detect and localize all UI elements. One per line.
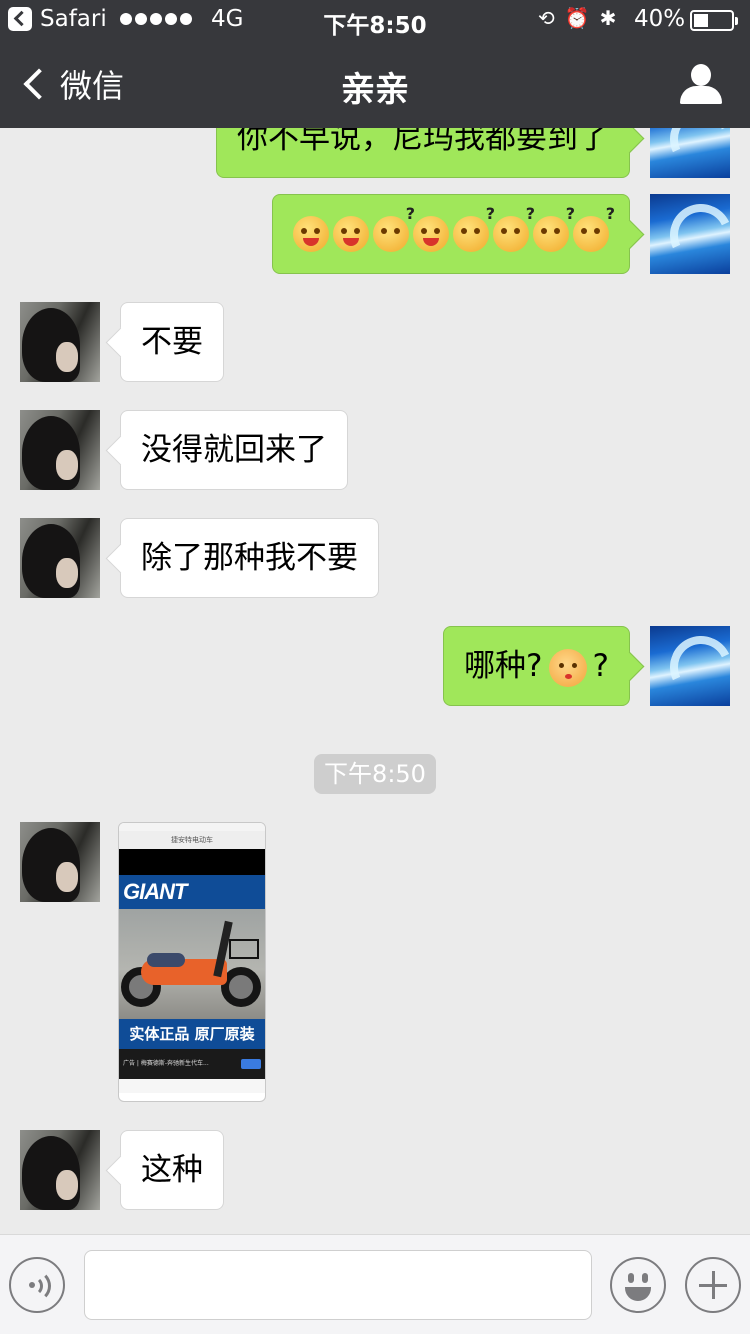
screenshot-ad: 广告 | 梅赛德斯-奔驰新生代车... — [119, 1049, 265, 1079]
rotation-lock-icon: ⟲ — [538, 6, 555, 30]
contact-avatar[interactable] — [20, 302, 100, 382]
confused-emoji: ? — [573, 206, 615, 252]
outgoing-bubble[interactable]: 哪种?? — [443, 626, 630, 706]
status-icons: ⟲ ⏰ ✱ — [538, 6, 616, 30]
battery-fill — [694, 14, 708, 27]
message-row: 没得就回来了 — [0, 410, 750, 490]
message-row: 你不早说，尼玛我都要到了 — [0, 128, 750, 178]
message-row: 捷安特电动车 GIANT 实体正品 原厂原装 广告 | 梅赛德斯-奔驰新生代车.… — [0, 822, 750, 1102]
bluetooth-icon: ✱ — [599, 6, 617, 30]
ad-text: 广告 | 梅赛德斯-奔驰新生代车... — [123, 1060, 209, 1067]
scooter-photo — [119, 909, 265, 1019]
grimace-emoji — [413, 216, 449, 252]
confused-emoji: ? — [493, 206, 535, 252]
grimace-emoji — [293, 216, 329, 252]
message-input[interactable] — [84, 1250, 592, 1320]
contact-avatar[interactable] — [20, 1130, 100, 1210]
smiley-icon — [628, 1273, 634, 1283]
outgoing-bubble[interactable]: 你不早说，尼玛我都要到了 — [216, 128, 630, 178]
status-bar: Safari 4G 下午8:50 ⟲ ⏰ ✱ 40% — [0, 0, 750, 40]
message-row: ????? — [0, 194, 750, 274]
input-bar — [0, 1234, 750, 1334]
screenshot-slogan: 实体正品 原厂原装 — [119, 1019, 265, 1049]
screenshot-header — [119, 849, 265, 875]
chat-area[interactable]: 你不早说，尼玛我都要到了 ????? 不要 没得就回来了 除了那种我不要 哪种?… — [0, 128, 750, 1234]
grimace-emoji — [333, 216, 369, 252]
baby-emoji — [548, 648, 587, 687]
confused-emoji: ? — [453, 206, 495, 252]
image-message[interactable]: 捷安特电动车 GIANT 实体正品 原厂原装 广告 | 梅赛德斯-奔驰新生代车.… — [118, 822, 266, 1102]
plus-icon[interactable] — [685, 1257, 741, 1313]
message-row: 除了那种我不要 — [0, 518, 750, 598]
incoming-bubble[interactable]: 不要 — [120, 302, 224, 382]
confused-emoji: ? — [533, 206, 575, 252]
profile-icon[interactable] — [680, 64, 722, 104]
voice-button[interactable] — [9, 1257, 65, 1313]
message-row: 这种 — [0, 1130, 750, 1210]
message-text: ? — [592, 648, 609, 684]
screenshot-url: 捷安特电动车 — [119, 831, 265, 849]
screenshot-status-bar — [119, 823, 265, 831]
self-avatar[interactable] — [650, 626, 730, 706]
emoji-button[interactable] — [610, 1257, 666, 1313]
chat-title: 亲亲 — [341, 70, 409, 110]
message-row: 哪种?? — [0, 626, 750, 706]
contact-avatar[interactable] — [20, 410, 100, 490]
screenshot-toolbar — [119, 1079, 265, 1093]
contact-avatar[interactable] — [20, 822, 100, 902]
self-avatar[interactable] — [650, 194, 730, 274]
battery-percent: 40% — [634, 6, 686, 32]
giant-logo: GIANT — [119, 875, 265, 909]
top-bar: Safari 4G 下午8:50 ⟲ ⏰ ✱ 40% 微信 亲亲 — [0, 0, 750, 128]
timestamp-chip: 下午8:50 — [314, 754, 436, 794]
incoming-bubble[interactable]: 除了那种我不要 — [120, 518, 379, 598]
incoming-bubble[interactable]: 没得就回来了 — [120, 410, 348, 490]
alarm-icon: ⏰ — [564, 6, 590, 30]
battery-icon — [690, 10, 738, 31]
nav-bar: 微信 亲亲 — [0, 40, 750, 128]
confused-emoji: ? — [373, 206, 415, 252]
incoming-bubble[interactable]: 这种 — [120, 1130, 224, 1210]
message-text: 哪种? — [464, 648, 543, 684]
outgoing-emoji-bubble[interactable]: ????? — [272, 194, 630, 274]
contact-avatar[interactable] — [20, 518, 100, 598]
message-row: 不要 — [0, 302, 750, 382]
self-avatar[interactable] — [650, 128, 730, 178]
